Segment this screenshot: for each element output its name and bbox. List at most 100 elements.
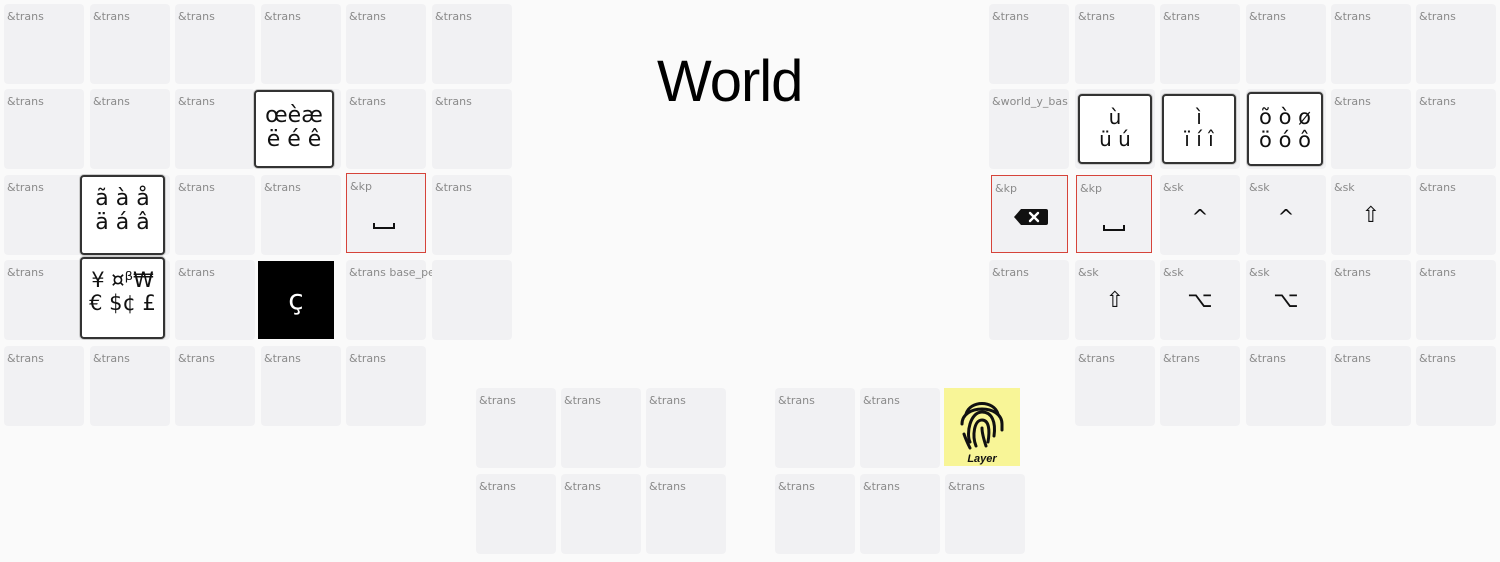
space-icon xyxy=(373,223,395,229)
o-accent-glyphs-key[interactable]: õ ò ø ö ó ô xyxy=(1247,92,1323,166)
key-label: &sk xyxy=(1334,181,1355,194)
key-l-r5-c4[interactable]: &trans xyxy=(261,346,341,426)
key-l-r3-c4[interactable]: &trans xyxy=(261,175,341,255)
key-l-r1-c2[interactable]: &trans xyxy=(90,4,170,84)
key-l-r5-c2[interactable]: &trans xyxy=(90,346,170,426)
layer-label: Layer xyxy=(967,453,997,465)
key-label: &trans xyxy=(863,480,900,493)
key-r-r3-c6[interactable]: &trans xyxy=(1416,175,1496,255)
key-r-r1-c3[interactable]: &trans xyxy=(1160,4,1240,84)
key-label: &trans xyxy=(992,10,1029,23)
key-lt-r1-c2[interactable]: &trans xyxy=(561,388,641,468)
key-r-r1-c2[interactable]: &trans xyxy=(1075,4,1155,84)
key-l-r3-c6[interactable]: &trans xyxy=(432,175,512,255)
key-l-r1-c4[interactable]: &trans xyxy=(261,4,341,84)
key-l-r1-c5[interactable]: &trans xyxy=(346,4,426,84)
key-rt-r2-c2[interactable]: &trans xyxy=(860,474,940,554)
key-rt-r1-c1[interactable]: &trans xyxy=(775,388,855,468)
key-label: &trans xyxy=(1078,352,1115,365)
key-lt-r2-c1[interactable]: &trans xyxy=(476,474,556,554)
i-accent-glyphs-key[interactable]: ì ï í î xyxy=(1162,94,1236,164)
key-label: &trans xyxy=(649,394,686,407)
key-r-r5-c2[interactable]: &trans xyxy=(1075,346,1155,426)
key-l-r1-c6[interactable]: &trans xyxy=(432,4,512,84)
key-label: &trans xyxy=(1334,266,1371,279)
key-label: &trans xyxy=(863,394,900,407)
key-label: &trans xyxy=(435,181,472,194)
key-r-shift-2[interactable]: &sk ⇧ xyxy=(1075,260,1155,340)
key-label: &sk xyxy=(1163,266,1184,279)
key-label: &trans xyxy=(435,10,472,23)
key-r-option-1[interactable]: &sk ⌥ xyxy=(1160,260,1240,340)
key-r-r4-c1[interactable]: &trans xyxy=(989,260,1069,340)
key-l-r4-c3[interactable]: &trans xyxy=(175,260,255,340)
key-r-caret-2[interactable]: &sk ^ xyxy=(1246,175,1326,255)
key-label: &kp xyxy=(1080,182,1102,195)
key-label: &sk xyxy=(1078,266,1099,279)
key-l-r1-c3[interactable]: &trans xyxy=(175,4,255,84)
key-r-space[interactable]: &kp xyxy=(1076,175,1152,253)
key-r-caret-1[interactable]: &sk ^ xyxy=(1160,175,1240,255)
key-r-r5-c6[interactable]: &trans xyxy=(1416,346,1496,426)
key-r-r4-c5[interactable]: &trans xyxy=(1331,260,1411,340)
key-r-r1-c6[interactable]: &trans xyxy=(1416,4,1496,84)
key-l-r3-c1[interactable]: &trans xyxy=(4,175,84,255)
key-label: &trans xyxy=(1249,352,1286,365)
u-accent-glyphs-key[interactable]: ù ü ú xyxy=(1078,94,1152,164)
c-cedilla-key[interactable]: ç xyxy=(258,261,334,339)
key-r-r5-c3[interactable]: &trans xyxy=(1160,346,1240,426)
key-l-r4-c6[interactable] xyxy=(432,260,512,340)
key-l-r2-c5[interactable]: &trans xyxy=(346,89,426,169)
key-label: &sk xyxy=(1163,181,1184,194)
key-rt-r2-c1[interactable]: &trans xyxy=(775,474,855,554)
key-l-r2-c2[interactable]: &trans xyxy=(90,89,170,169)
key-l-space[interactable]: &kp xyxy=(346,173,426,253)
glyph-row: ã à å xyxy=(95,186,150,211)
glyph-row: ü ú xyxy=(1099,127,1131,151)
key-r-r5-c5[interactable]: &trans xyxy=(1331,346,1411,426)
key-r-option-2[interactable]: &sk ⌥ xyxy=(1246,260,1326,340)
key-lt-r2-c3[interactable]: &trans xyxy=(646,474,726,554)
oe-accent-glyphs-key[interactable]: œèæ ë é ê xyxy=(254,90,334,168)
key-r-r1-c5[interactable]: &trans xyxy=(1331,4,1411,84)
key-r-r1-c1[interactable]: &trans xyxy=(989,4,1069,84)
key-lt-r1-c1[interactable]: &trans xyxy=(476,388,556,468)
key-label: &sk xyxy=(1249,266,1270,279)
key-l-r4-c5[interactable]: &trans base_pe&tran xyxy=(346,260,466,340)
key-lt-r2-c2[interactable]: &trans xyxy=(561,474,641,554)
layer-fingerprint-key[interactable]: Layer xyxy=(944,388,1020,466)
key-l-r3-c3[interactable]: &trans xyxy=(175,175,255,255)
key-label: &trans xyxy=(649,480,686,493)
key-label: &trans xyxy=(7,266,44,279)
key-label: &trans xyxy=(479,394,516,407)
key-label: &trans xyxy=(1419,95,1456,108)
key-r-r2-c5[interactable]: &trans xyxy=(1331,89,1411,169)
key-l-r5-c1[interactable]: &trans xyxy=(4,346,84,426)
key-label: &trans xyxy=(349,10,386,23)
key-r-r2-c6[interactable]: &trans xyxy=(1416,89,1496,169)
key-l-r2-c6[interactable]: &trans xyxy=(432,89,512,169)
key-r-r1-c4[interactable]: &trans xyxy=(1246,4,1326,84)
key-label: &kp xyxy=(350,180,372,193)
key-label: &trans xyxy=(778,480,815,493)
key-r-backspace[interactable]: &kp xyxy=(991,175,1068,253)
key-l-r5-c5[interactable]: &trans xyxy=(346,346,426,426)
a-accent-glyphs-key[interactable]: ã à å ä á â xyxy=(80,175,165,255)
key-r-r5-c4[interactable]: &trans xyxy=(1246,346,1326,426)
key-r-shift-1[interactable]: &sk ⇧ xyxy=(1331,175,1411,255)
key-l-r1-c1[interactable]: &trans xyxy=(4,4,84,84)
currency-glyphs-key[interactable]: ¥ ¤ᵝ₩ € $¢ £ xyxy=(80,257,165,339)
key-r-r4-c6[interactable]: &trans xyxy=(1416,260,1496,340)
key-l-r4-c1[interactable]: &trans xyxy=(4,260,84,340)
key-lt-r1-c3[interactable]: &trans xyxy=(646,388,726,468)
key-l-r2-c3[interactable]: &trans xyxy=(175,89,255,169)
option-icon: ⌥ xyxy=(1273,288,1299,313)
key-r-r2-c1[interactable]: &world_y_bas xyxy=(989,89,1069,169)
key-label: &sk xyxy=(1249,181,1270,194)
key-l-r5-c3[interactable]: &trans xyxy=(175,346,255,426)
key-rt-r1-c2[interactable]: &trans xyxy=(860,388,940,468)
key-rt-r2-c3[interactable]: &trans xyxy=(945,474,1025,554)
key-label: &trans xyxy=(264,10,301,23)
key-label: &trans xyxy=(1334,95,1371,108)
key-l-r2-c1[interactable]: &trans xyxy=(4,89,84,169)
